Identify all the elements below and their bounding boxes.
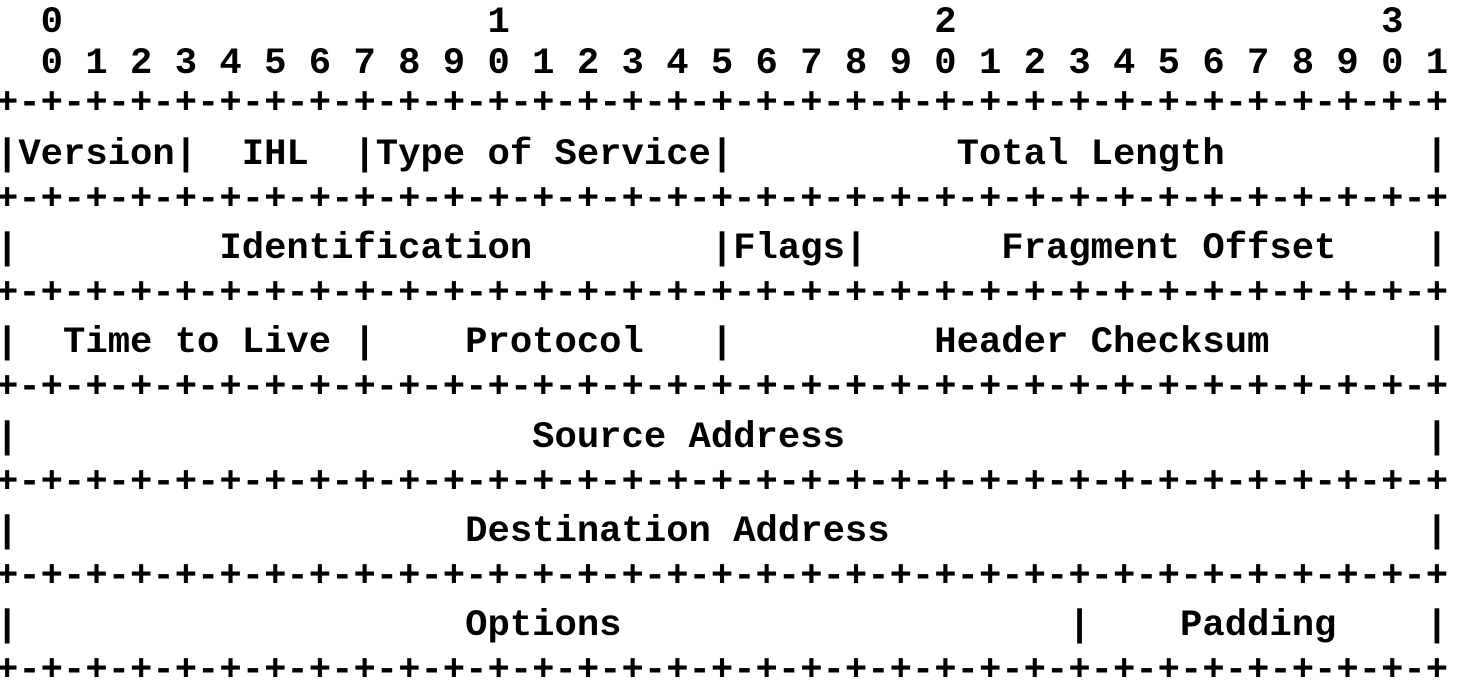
header-row-destination-address: | Destination Address |	[0, 511, 1449, 553]
separator-line: +-+-+-+-+-+-+-+-+-+-+-+-+-+-+-+-+-+-+-+-…	[0, 367, 1449, 409]
separator-line: +-+-+-+-+-+-+-+-+-+-+-+-+-+-+-+-+-+-+-+-…	[0, 83, 1449, 125]
header-row-options-padding: | Options | Padding |	[0, 605, 1449, 647]
separator-line: +-+-+-+-+-+-+-+-+-+-+-+-+-+-+-+-+-+-+-+-…	[0, 273, 1449, 315]
separator-line: +-+-+-+-+-+-+-+-+-+-+-+-+-+-+-+-+-+-+-+-…	[0, 462, 1449, 504]
header-row-version-ihl-tos-length: |Version| IHL |Type of Service| Total Le…	[0, 134, 1449, 176]
separator-line: +-+-+-+-+-+-+-+-+-+-+-+-+-+-+-+-+-+-+-+-…	[0, 556, 1449, 598]
header-row-ttl-protocol-checksum: | Time to Live | Protocol | Header Check…	[0, 322, 1449, 364]
header-row-id-flags-offset: | Identification |Flags| Fragment Offset…	[0, 228, 1449, 270]
bit-ruler-tens: 0 1 2 3	[0, 2, 1404, 44]
ip-header-diagram: 0 1 2 3 0 1 2 3 4 5 6 7 8 9 0 1 2 3 4 5 …	[0, 0, 1461, 692]
separator-line: +-+-+-+-+-+-+-+-+-+-+-+-+-+-+-+-+-+-+-+-…	[0, 650, 1449, 692]
separator-line: +-+-+-+-+-+-+-+-+-+-+-+-+-+-+-+-+-+-+-+-…	[0, 179, 1449, 221]
header-row-source-address: | Source Address |	[0, 417, 1449, 459]
